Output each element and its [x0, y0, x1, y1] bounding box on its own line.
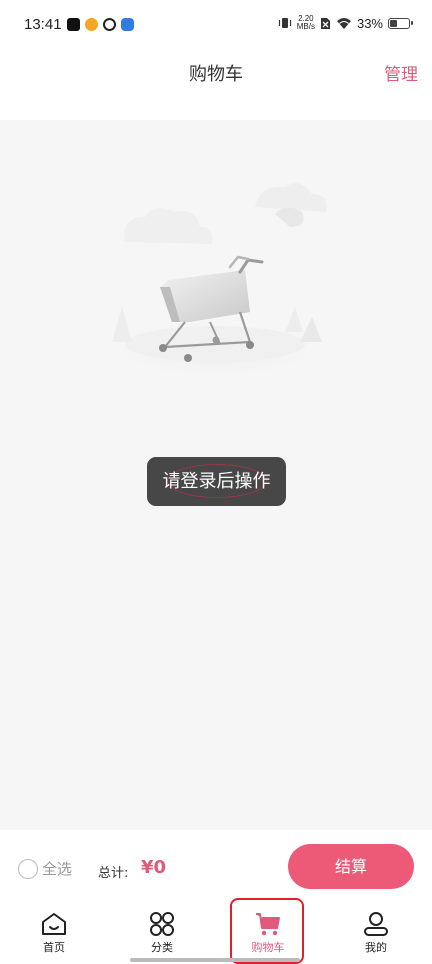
total-value: ¥0 [141, 857, 167, 878]
toast-message: 请登录后操作 [162, 471, 271, 492]
bottom-tab-bar: 首页 分类 购物车 我的 [0, 905, 432, 964]
home-icon [42, 913, 66, 935]
manage-button[interactable]: 管理 [384, 60, 418, 85]
network-speed-unit: MB/s [296, 22, 315, 31]
tiktok-notification-icon [67, 18, 80, 31]
tab-home[interactable]: 首页 [24, 909, 84, 961]
tab-category[interactable]: 分类 [132, 909, 192, 961]
select-all-checkbox[interactable]: 全选 [18, 858, 72, 879]
battery-percent: 33% [356, 15, 383, 31]
cart-content: 请登录后操作 [0, 120, 432, 830]
wifi-icon [336, 17, 351, 29]
tab-category-label: 分类 [151, 941, 173, 954]
vibrate-icon [278, 18, 291, 28]
tab-home-label: 首页 [43, 941, 65, 954]
battery-fill [390, 19, 397, 27]
login-required-toast: 请登录后操作 [147, 457, 286, 506]
tab-profile-label: 我的 [365, 941, 387, 954]
checkout-bar: 全选 总计: ¥0 结算 [0, 830, 432, 910]
category-icon [150, 912, 174, 936]
status-time: 13:41 [24, 16, 62, 33]
tab-profile[interactable]: 我的 [346, 909, 406, 961]
page-title: 购物车 [189, 64, 243, 85]
empty-cart-illustration [97, 183, 333, 382]
status-indicators: 2.20 MB/s 33% [278, 15, 413, 31]
total-label: 总计: [98, 866, 129, 881]
checkout-button[interactable]: 结算 [288, 844, 414, 889]
network-speed: 2.20 MB/s [297, 15, 315, 31]
link-notification-icon [103, 18, 116, 31]
status-bar: 13:41 2.20 MB/s 33% [0, 0, 432, 50]
weibo-notification-icon [85, 18, 98, 31]
page-header: 购物车 管理 [0, 50, 432, 120]
home-indicator[interactable] [130, 958, 300, 962]
no-sim-icon [320, 17, 330, 29]
profile-icon [364, 912, 388, 936]
annotation-highlight-box [230, 898, 304, 964]
select-all-label: 全选 [42, 860, 73, 878]
select-all-radio[interactable] [18, 858, 38, 879]
app-notification-icon [121, 18, 134, 31]
battery-icon [388, 17, 413, 29]
